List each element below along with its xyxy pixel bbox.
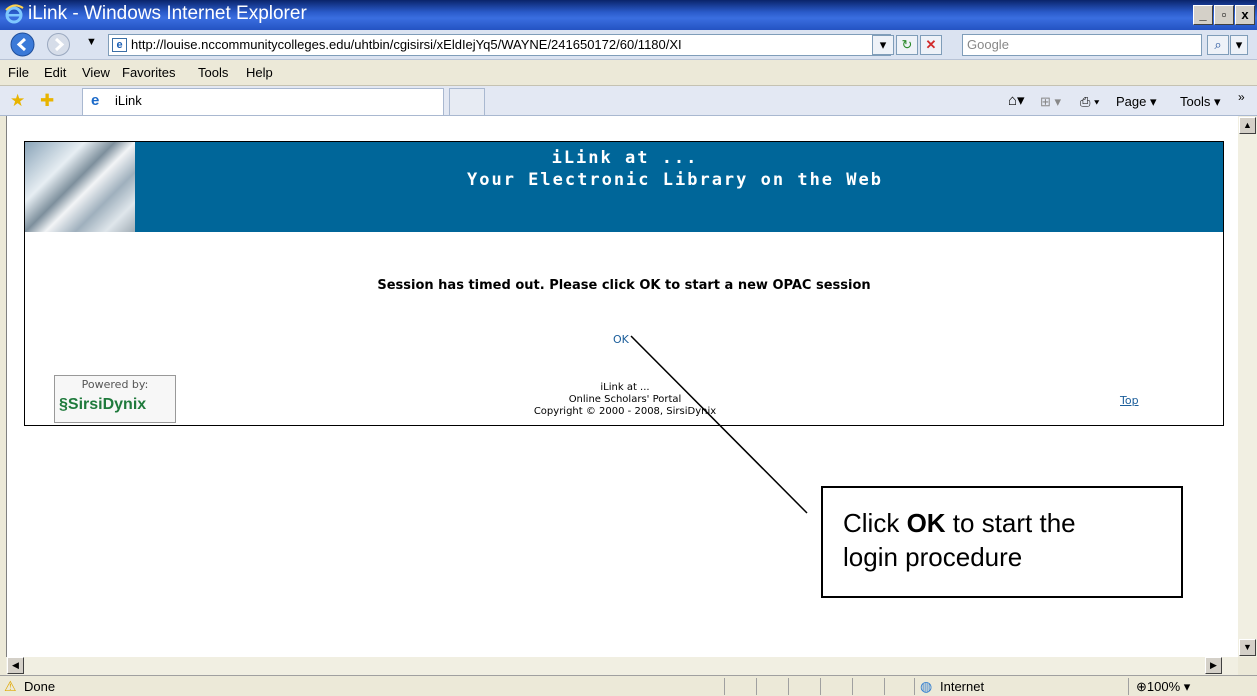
url-text: http://louise.nccommunitycolleges.edu/uh… [131,37,682,52]
search-input[interactable]: Google [962,34,1202,56]
ie-window: iLink - Windows Internet Explorer _ ▫ x … [0,0,1257,696]
forward-button[interactable] [46,32,71,57]
footer-copyright: Copyright © 2000 - 2008, SirsiDynix [533,406,717,417]
address-bar: ▼ e http://louise.nccommunitycolleges.ed… [0,30,1257,60]
vertical-scrollbar[interactable]: ▲ ▼ [1238,116,1257,657]
ie-logo-icon [5,4,24,24]
book-image [25,142,135,232]
refresh-icon[interactable]: ↻ [896,35,918,55]
tab-label: iLink [115,93,142,108]
close-button[interactable]: x [1235,5,1255,25]
menu-edit[interactable]: Edit [44,65,66,80]
status-divider [788,678,789,695]
menu-view[interactable]: View [82,65,110,80]
tools-menu[interactable]: Tools ▾ [1180,94,1221,110]
sirsidynix-logo: §SirsiDynix [59,396,147,413]
page-icon: e [112,38,127,52]
callout-line1: Click OK to start the [843,508,1076,539]
top-link[interactable]: Top [1120,394,1139,407]
callout-bold: OK [906,508,946,538]
status-text: Done [24,679,56,694]
scroll-right-button[interactable]: ▶ [1205,657,1222,674]
footer: iLink at ... Online Scholars' Portal Cop… [475,382,775,418]
ilink-header: iLink at ... Your Electronic Library on … [25,142,1223,232]
scroll-up-button[interactable]: ▲ [1239,117,1256,134]
footer-line2: Online Scholars' Portal [568,394,682,405]
tab-bar: ★ ✚ e iLink ⌂▾ ⊞ ▾ ⎙ ▾ Page ▾ Tools ▾ » [0,86,1257,116]
search-options-button[interactable]: ▾ [1230,35,1248,55]
callout-suffix: to start the [945,508,1076,538]
zoom-level: 100% [1146,679,1181,694]
chevron-more-icon[interactable]: » [1238,90,1245,104]
favorites-star-icon[interactable]: ★ [10,91,25,111]
ok-link[interactable]: OK [613,333,629,346]
window-title: iLink - Windows Internet Explorer [28,3,307,24]
horizontal-scrollbar[interactable]: ◀ ▶ [6,657,1238,675]
recent-pages-icon[interactable]: ▼ [86,36,97,48]
zone-text: Internet [940,679,985,694]
add-favorites-icon[interactable]: ✚ [40,91,54,111]
status-divider [1128,678,1129,695]
new-tab-button[interactable] [449,88,485,115]
scroll-left-button[interactable]: ◀ [7,657,24,674]
menu-tools[interactable]: Tools [198,65,228,80]
url-input[interactable]: e http://louise.nccommunitycolleges.edu/… [108,34,891,56]
url-dropdown-button[interactable]: ▾ [872,35,894,55]
zoom-control[interactable]: ⊕100% ▾ [1136,679,1190,695]
print-icon[interactable]: ⎙ ▾ [1080,94,1099,110]
menu-help[interactable]: Help [246,65,273,80]
home-icon[interactable]: ⌂▾ [1008,91,1025,109]
header-line2: Your Electronic Library on the Web [467,170,883,190]
tools-menu-label: Tools [1180,94,1211,109]
tab-ilink[interactable]: e iLink [82,88,444,115]
search-icon[interactable]: ⌕ [1207,35,1229,55]
timeout-message: Session has timed out. Please click OK t… [377,278,871,293]
globe-icon: ◍ [920,678,933,694]
powered-by-logo[interactable]: Powered by: §SirsiDynix [54,375,176,423]
callout-prefix: Click [843,508,907,538]
title-bar: iLink - Windows Internet Explorer _ ▫ x [0,0,1257,30]
ilink-panel: iLink at ... Your Electronic Library on … [24,141,1224,426]
sirsidynix-text: SirsiDynix [67,396,147,413]
powered-by-label: Powered by: [81,378,149,391]
warning-icon[interactable]: ⚠ [4,678,17,695]
status-divider [914,678,915,695]
status-divider [756,678,757,695]
status-divider [852,678,853,695]
page-menu[interactable]: Page ▾ [1116,94,1157,110]
ie-tab-icon: e [91,92,100,109]
menu-file[interactable]: File [8,65,29,80]
header-line1: iLink at ... [551,148,699,168]
minimize-button[interactable]: _ [1193,5,1213,25]
status-divider [724,678,725,695]
status-divider [820,678,821,695]
scroll-down-button[interactable]: ▼ [1239,639,1256,656]
feeds-icon[interactable]: ⊞ ▾ [1040,94,1061,110]
menu-favorites[interactable]: Favorites [122,65,175,80]
maximize-button[interactable]: ▫ [1214,5,1234,25]
footer-line1: iLink at ... [600,382,650,393]
callout-box: Click OK to start the login procedure [821,486,1183,598]
back-button[interactable] [10,32,35,57]
menu-bar: File Edit View Favorites Tools Help [0,60,1257,86]
page-menu-label: Page [1116,94,1147,109]
status-divider [884,678,885,695]
callout-line2: login procedure [843,542,1023,572]
status-bar: ⚠ Done ◍ Internet ⊕100% ▾ [0,675,1257,696]
stop-icon[interactable]: ✕ [920,35,942,55]
